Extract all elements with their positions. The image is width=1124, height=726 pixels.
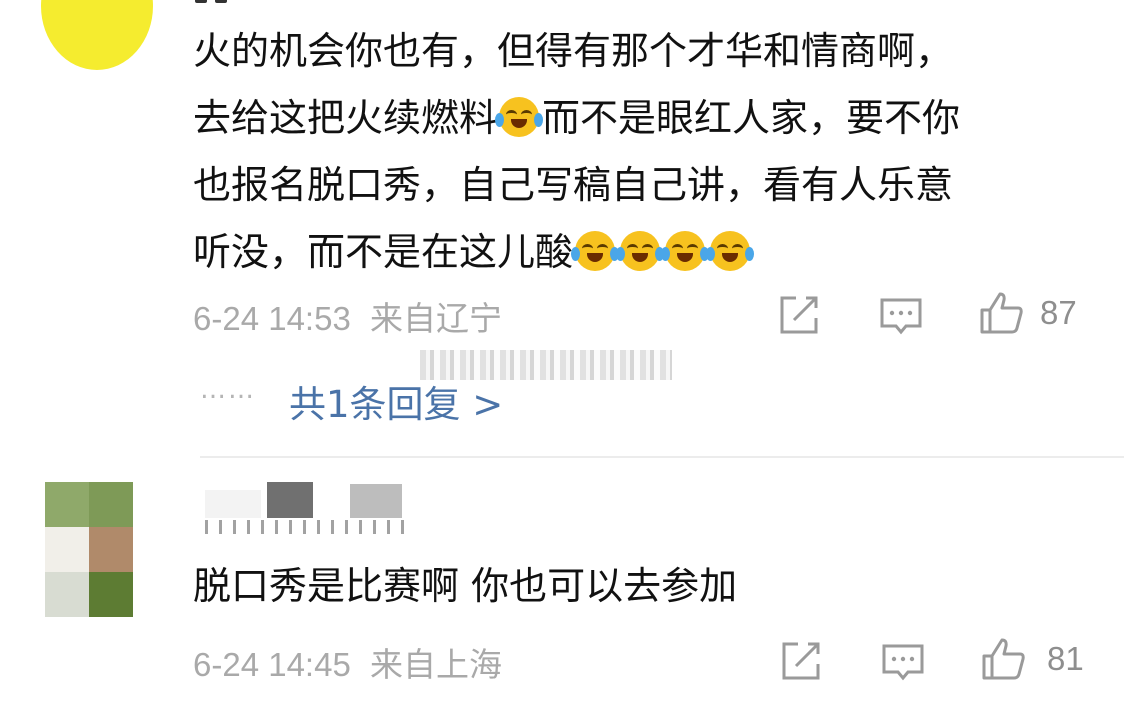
crying-laughing-emoji-icon — [616, 231, 665, 271]
timestamp: 6-24 14:45 — [193, 646, 351, 683]
like-count: 81 — [1047, 640, 1084, 677]
comment-meta: 6-24 14:53 来自辽宁 — [193, 292, 502, 340]
view-replies-link[interactable]: 共1条回复 > — [289, 374, 503, 428]
reply-dots: …… — [200, 375, 256, 405]
comment-icon[interactable] — [880, 640, 926, 686]
thumbs-up-icon[interactable] — [978, 290, 1024, 336]
crying-laughing-emoji-icon — [706, 231, 755, 271]
comment-text: 火的机会你也有，但得有那个才华和情商啊， 去给这把火续燃料 而不是眼红人家，要不你… — [193, 18, 1073, 286]
share-icon[interactable] — [778, 638, 824, 684]
thumbs-up-icon[interactable] — [980, 636, 1026, 682]
comment-fragment: 去给这把火续燃料 — [193, 96, 498, 140]
comment-line: 听没，而不是在这儿酸 — [193, 219, 1073, 286]
comment-line: 火的机会你也有，但得有那个才华和情商啊， — [193, 29, 954, 73]
commenter-avatar[interactable] — [41, 0, 153, 70]
comment-fragment: 而不是眼红人家，要不你 — [542, 96, 961, 140]
share-icon[interactable] — [776, 292, 822, 338]
comment-divider — [200, 456, 1124, 458]
location: 来自辽宁 — [369, 300, 502, 337]
commenter-avatar[interactable] — [45, 482, 133, 617]
comment-text: 脱口秀是比赛啊 你也可以去参加 — [193, 564, 738, 608]
crying-laughing-emoji-icon — [495, 97, 544, 137]
crying-laughing-emoji-icon — [571, 231, 620, 271]
location: 来自上海 — [369, 646, 502, 683]
commenter-name-cropped[interactable] — [195, 0, 255, 4]
comment-fragment: 听没，而不是在这儿酸 — [193, 230, 574, 274]
like-count: 87 — [1040, 294, 1077, 331]
comment-line: 去给这把火续燃料 而不是眼红人家，要不你 — [193, 85, 1073, 152]
comment-meta: 6-24 14:45 来自上海 — [193, 638, 502, 686]
comment-line: 也报名脱口秀，自己写稿自己讲，看有人乐意 — [193, 163, 954, 207]
timestamp: 6-24 14:53 — [193, 300, 351, 337]
comment-icon[interactable] — [878, 294, 924, 340]
commenter-name-blurred[interactable] — [205, 482, 405, 534]
crying-laughing-emoji-icon — [661, 231, 710, 271]
